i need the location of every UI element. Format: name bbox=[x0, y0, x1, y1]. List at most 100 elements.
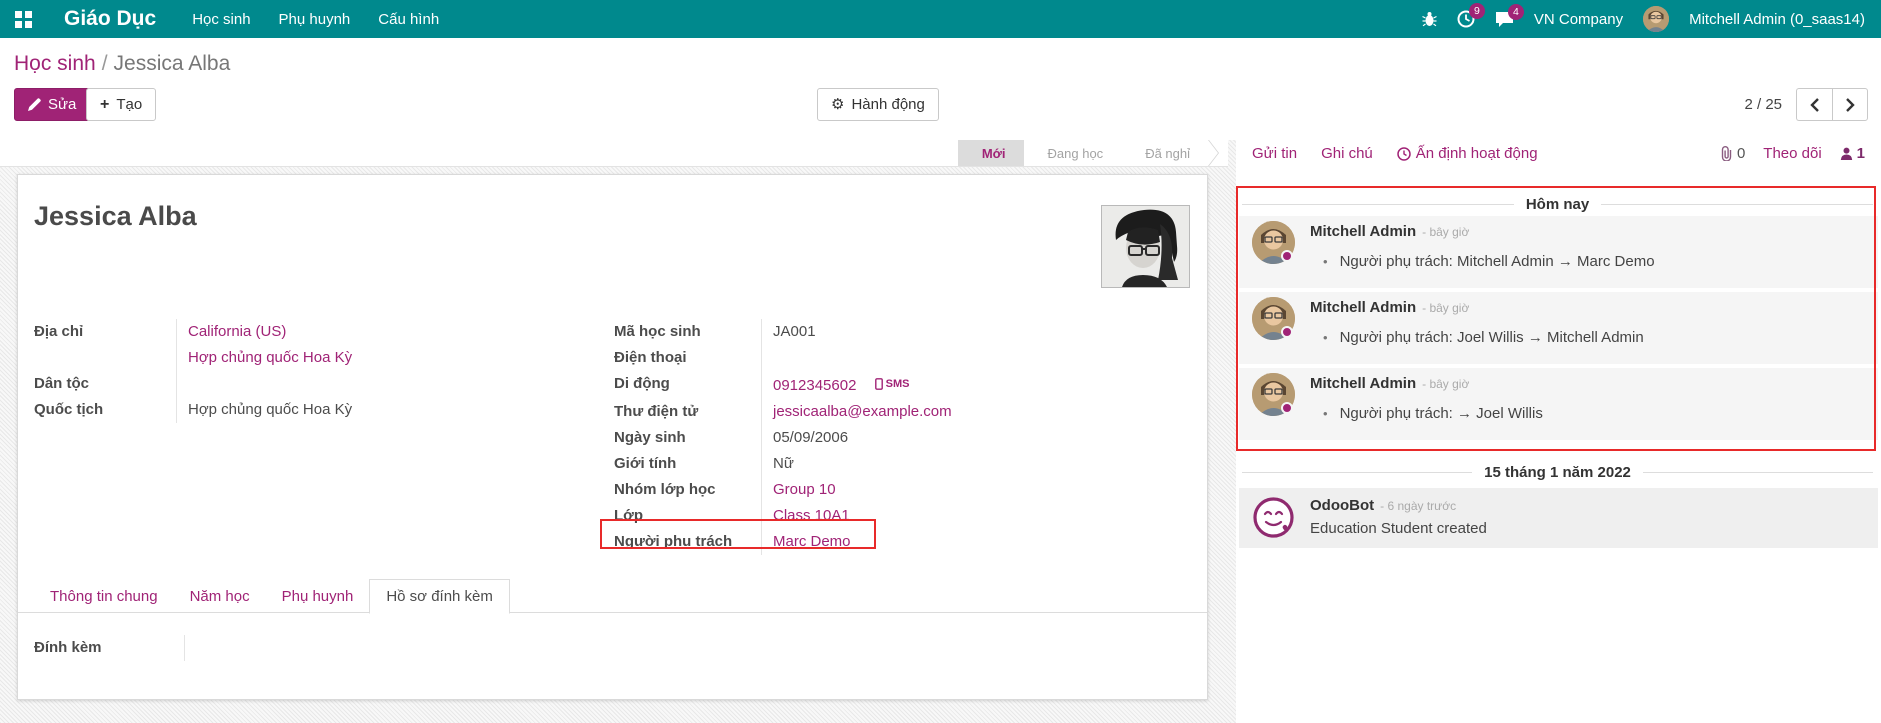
activities-clock-icon[interactable]: 9 bbox=[1457, 10, 1475, 28]
tab-general-info[interactable]: Thông tin chung bbox=[34, 579, 174, 613]
field-value-responsible[interactable]: Marc Demo bbox=[773, 533, 851, 550]
field-label-phone: Điện thoại bbox=[614, 345, 761, 371]
breadcrumb-parent[interactable]: Học sinh bbox=[14, 52, 96, 75]
breadcrumb-separator: / bbox=[102, 52, 108, 75]
field-value-dob: 05/09/2006 bbox=[761, 425, 991, 451]
field-label-attachment: Đính kèm bbox=[34, 635, 184, 661]
message-author: Mitchell Admin- bây giờ bbox=[1310, 375, 1469, 392]
field-value-email[interactable]: jessicaalba@example.com bbox=[773, 403, 952, 420]
top-navbar: Giáo Dục Học sinh Phụ huynh Cấu hình 9 4… bbox=[0, 0, 1881, 38]
main-menu: Học sinh Phụ huynh Cấu hình bbox=[192, 11, 439, 28]
messages-chat-icon[interactable]: 4 bbox=[1495, 11, 1514, 28]
follower-count: 1 bbox=[1857, 145, 1865, 162]
paperclip-icon bbox=[1720, 146, 1733, 161]
field-value-nationality: Hợp chủng quốc Hoa Kỳ bbox=[176, 397, 406, 423]
attachments-counter[interactable]: 0 bbox=[1720, 145, 1745, 162]
clock-icon bbox=[1397, 147, 1411, 161]
apps-grid-icon[interactable] bbox=[0, 0, 46, 38]
field-label-class: Lớp bbox=[614, 503, 761, 529]
chatter-toolbar: Gửi tin Ghi chú Ấn định hoạt động 0 Theo… bbox=[1236, 140, 1881, 167]
mobile-phone-icon bbox=[875, 378, 883, 390]
user-menu[interactable]: Mitchell Admin (0_saas14) bbox=[1689, 11, 1865, 28]
navbar-right: 9 4 VN Company Mitchell Admin (0_saas14) bbox=[1422, 6, 1881, 32]
pager-next-button[interactable] bbox=[1832, 88, 1868, 121]
pager-previous-button[interactable] bbox=[1796, 88, 1832, 121]
field-value-address-state[interactable]: California (US) bbox=[188, 323, 286, 340]
field-label-responsible: Người phụ trách bbox=[614, 529, 761, 555]
date-divider-old: 15 tháng 1 năm 2022 bbox=[1242, 464, 1873, 481]
field-value-ethnicity bbox=[176, 371, 406, 397]
message-body: Người phụ trách: Mitchell Admin → Marc D… bbox=[1323, 253, 1655, 270]
field-value-student-code: JA001 bbox=[761, 319, 991, 345]
field-label-class-group: Nhóm lớp học bbox=[614, 477, 761, 503]
company-switcher[interactable]: VN Company bbox=[1534, 11, 1623, 28]
form-sheet: Jessica Alba Địa chỉ California (US) Hợp… bbox=[17, 174, 1208, 700]
tab-school-year[interactable]: Năm học bbox=[174, 579, 266, 613]
statusbar-state-left[interactable]: Đã nghỉ bbox=[1121, 140, 1208, 166]
field-label-ethnicity: Dân tộc bbox=[34, 371, 176, 397]
message-body: Education Student created bbox=[1310, 520, 1487, 537]
pencil-icon bbox=[28, 98, 41, 111]
menu-students[interactable]: Học sinh bbox=[192, 11, 250, 28]
online-status-dot bbox=[1281, 250, 1293, 262]
message-time: - 6 ngày trước bbox=[1380, 499, 1456, 513]
tab-parents[interactable]: Phụ huynh bbox=[266, 579, 370, 613]
statusbar-state-studying[interactable]: Đang học bbox=[1024, 140, 1122, 166]
log-note-button[interactable]: Ghi chú bbox=[1321, 145, 1373, 162]
message-body: Người phụ trách: → Joel Willis bbox=[1323, 405, 1543, 422]
field-value-attachment bbox=[184, 635, 304, 661]
field-group-left: Địa chỉ California (US) Hợp chủng quốc H… bbox=[34, 319, 406, 423]
chatter-panel: Gửi tin Ghi chú Ấn định hoạt động 0 Theo… bbox=[1236, 140, 1881, 723]
field-value-class[interactable]: Class 10A1 bbox=[773, 507, 850, 524]
field-label-address: Địa chỉ bbox=[34, 319, 176, 345]
edit-button[interactable]: Sửa bbox=[14, 88, 90, 121]
sms-button[interactable]: SMS bbox=[875, 371, 910, 397]
message-author: OdooBot- 6 ngày trước bbox=[1310, 497, 1456, 514]
message-time: - bây giờ bbox=[1422, 301, 1469, 315]
online-status-dot bbox=[1281, 402, 1293, 414]
field-label-dob: Ngày sinh bbox=[614, 425, 761, 451]
statusbar-state-new[interactable]: Mới bbox=[958, 140, 1024, 166]
field-value-mobile[interactable]: 0912345602 bbox=[773, 377, 856, 394]
field-label-student-code: Mã học sinh bbox=[614, 319, 761, 345]
pager-value: 2 / 25 bbox=[1744, 96, 1782, 113]
chatter-message: Mitchell Admin- bây giờ Người phụ trách:… bbox=[1239, 368, 1878, 440]
field-label-email: Thư điện tử bbox=[614, 399, 761, 425]
app-title[interactable]: Giáo Dục bbox=[64, 7, 156, 31]
create-button[interactable]: + Tạo bbox=[86, 88, 156, 121]
field-value-address-country[interactable]: Hợp chủng quốc Hoa Kỳ bbox=[188, 349, 352, 366]
notebook-tabs: Thông tin chung Năm học Phụ huynh Hồ sơ … bbox=[34, 579, 510, 613]
message-author: Mitchell Admin- bây giờ bbox=[1310, 299, 1469, 316]
field-value-phone bbox=[761, 345, 991, 371]
content-area: Mới Đang học Đã nghỉ Jessica Alba Địa ch… bbox=[0, 140, 1881, 723]
user-avatar[interactable] bbox=[1643, 6, 1669, 32]
message-time: - bây giờ bbox=[1422, 225, 1469, 239]
message-author: Mitchell Admin- bây giờ bbox=[1310, 223, 1469, 240]
field-label-nationality: Quốc tịch bbox=[34, 397, 176, 423]
menu-parents[interactable]: Phụ huynh bbox=[279, 11, 351, 28]
field-label-gender: Giới tính bbox=[614, 451, 761, 477]
odoobot-avatar bbox=[1252, 496, 1295, 539]
chatter-message-bot: OdooBot- 6 ngày trước Education Student … bbox=[1239, 488, 1878, 548]
tab-attachments[interactable]: Hồ sơ đính kèm bbox=[369, 579, 510, 614]
online-status-dot bbox=[1281, 326, 1293, 338]
gear-icon: ⚙ bbox=[831, 97, 844, 112]
message-body: Người phụ trách: Joel Willis → Mitchell … bbox=[1323, 329, 1644, 346]
message-time: - bây giờ bbox=[1422, 377, 1469, 391]
send-message-button[interactable]: Gửi tin bbox=[1252, 145, 1297, 162]
schedule-activity-button[interactable]: Ấn định hoạt động bbox=[1397, 145, 1538, 162]
student-photo bbox=[1101, 205, 1190, 288]
field-group-right: Mã học sinh JA001 Điện thoại Di động 091… bbox=[614, 319, 991, 555]
activities-badge: 9 bbox=[1469, 3, 1485, 19]
chatter-message: Mitchell Admin- bây giờ Người phụ trách:… bbox=[1239, 292, 1878, 364]
chatter-message: Mitchell Admin- bây giờ Người phụ trách:… bbox=[1239, 216, 1878, 288]
follow-button[interactable]: Theo dõi bbox=[1763, 145, 1821, 162]
statusbar: Mới Đang học Đã nghỉ bbox=[958, 140, 1208, 166]
menu-config[interactable]: Cấu hình bbox=[378, 11, 439, 28]
debug-bug-icon[interactable] bbox=[1422, 11, 1437, 27]
field-value-class-group[interactable]: Group 10 bbox=[773, 481, 836, 498]
field-label-mobile: Di động bbox=[614, 371, 761, 399]
followers-counter[interactable]: 1 bbox=[1840, 145, 1865, 162]
action-button[interactable]: ⚙ Hành động bbox=[817, 88, 939, 121]
messages-badge: 4 bbox=[1508, 4, 1524, 20]
